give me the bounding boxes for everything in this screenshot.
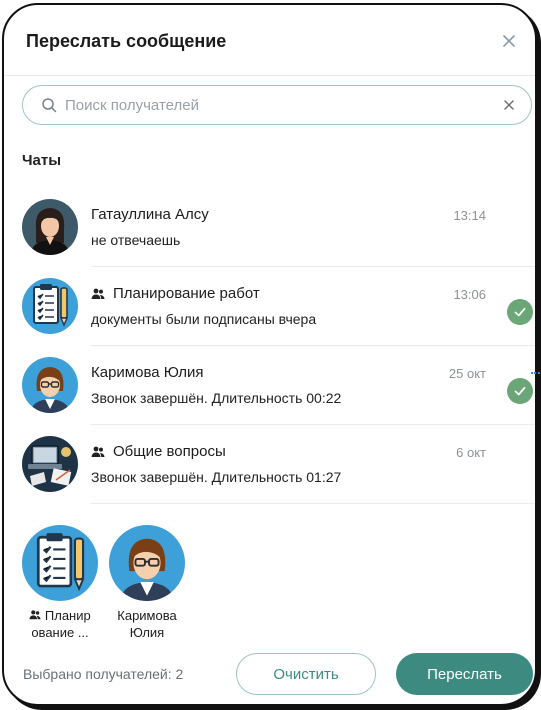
chat-last-message: Звонок завершён. Длительность 00:22: [91, 390, 342, 406]
chat-time: 13:14: [453, 208, 486, 223]
chat-name: Гатауллина Алсу: [91, 206, 209, 223]
close-button[interactable]: [499, 31, 519, 51]
recipient-label: Каримова Юлия: [117, 608, 177, 640]
avatar: [22, 357, 78, 413]
clear-button[interactable]: Очистить: [236, 653, 376, 695]
recipient-label: Планир ование ...: [15, 607, 105, 641]
group-icon: [29, 609, 41, 621]
chat-time: 13:06: [453, 287, 486, 302]
chat-time: 25 окт: [448, 366, 486, 381]
avatar: [109, 525, 185, 601]
avatar: [22, 525, 98, 601]
avatar: [22, 199, 78, 255]
chat-last-message: не отвечаешь: [91, 232, 181, 248]
forward-dialog: Переслать сообщение Чаты: [2, 3, 537, 706]
dialog-title: Переслать сообщение: [26, 31, 227, 51]
row-divider: [91, 503, 535, 504]
woman-glasses-avatar: [109, 525, 185, 601]
close-icon: [503, 35, 515, 47]
title-divider: [4, 75, 535, 76]
avatar: [22, 278, 78, 334]
chat-row[interactable]: Гатауллина Алсу не отвечаешь 13:14: [4, 188, 535, 267]
chat-name: Общие вопросы: [91, 443, 226, 460]
close-icon: [504, 100, 514, 110]
chat-row[interactable]: Планирование работ документы были подпис…: [4, 267, 535, 346]
woman-avatar: [22, 199, 78, 255]
group-icon: [91, 287, 105, 301]
selected-recipient[interactable]: Планир ование ...: [15, 525, 105, 641]
search-box[interactable]: [22, 85, 532, 125]
avatar: [22, 436, 78, 492]
chat-row[interactable]: Общие вопросы Звонок завершён. Длительно…: [4, 425, 535, 504]
search-clear-button[interactable]: [501, 97, 517, 113]
edge-indicator: [531, 372, 541, 374]
checklist-avatar: [22, 278, 78, 334]
chat-last-message: Звонок завершён. Длительность 01:27: [91, 469, 342, 485]
selected-recipient[interactable]: Каримова Юлия: [102, 525, 192, 641]
chat-list: Гатауллина Алсу не отвечаешь 13:14 Плани…: [4, 188, 535, 504]
desk-avatar: [22, 436, 78, 492]
forward-button[interactable]: Переслать: [396, 653, 533, 695]
chat-time: 6 окт: [456, 445, 486, 460]
chat-name: Планирование работ: [91, 285, 260, 302]
group-icon: [91, 445, 105, 459]
chat-row[interactable]: Каримова Юлия Звонок завершён. Длительно…: [4, 346, 535, 425]
selected-count: Выбрано получателей: 2: [23, 666, 184, 682]
chat-last-message: документы были подписаны вчера: [91, 311, 317, 327]
checklist-avatar: [22, 525, 98, 601]
search-input[interactable]: [65, 96, 501, 114]
selected-check-icon[interactable]: [507, 378, 533, 404]
search-icon: [42, 98, 57, 113]
selected-recipients: Планир ование ... Каримова Юлия: [4, 525, 535, 645]
selected-check-icon[interactable]: [507, 299, 533, 325]
chat-name: Каримова Юлия: [91, 364, 204, 381]
section-title-chats: Чаты: [22, 152, 62, 169]
woman-glasses-avatar: [22, 357, 78, 413]
